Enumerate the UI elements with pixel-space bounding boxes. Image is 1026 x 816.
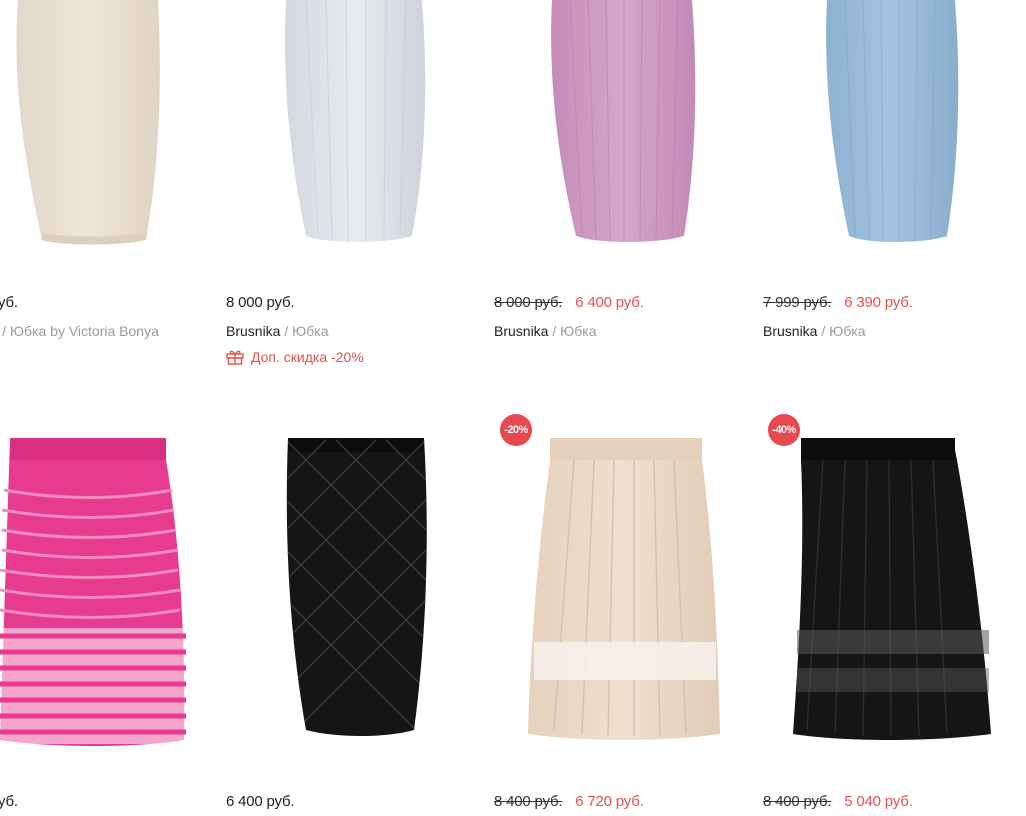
gift-icon (226, 349, 244, 365)
price-current: руб. (0, 294, 18, 311)
skirt-flared-pink-image (0, 438, 188, 746)
skirt-pencil-white-image (284, 0, 426, 243)
product-image[interactable] (0, 400, 230, 770)
price: руб. (0, 793, 18, 810)
brand-name[interactable]: Brusnika (494, 323, 548, 339)
separator: / (552, 323, 561, 339)
brand-category[interactable]: ка / Юбка by Victoria Bonya (0, 323, 159, 339)
category-name[interactable]: Юбка (560, 323, 596, 339)
discount-badge: -20% (500, 414, 532, 446)
product-image[interactable] (0, 0, 230, 270)
price: 6 400 руб. (226, 793, 295, 810)
brand-category[interactable]: Brusnika / Юбка (226, 323, 329, 339)
brand-name[interactable]: Brusnika (763, 323, 817, 339)
skirt-flared-beige-image (528, 438, 720, 740)
price: 8 000 руб. (226, 294, 295, 311)
price: руб. (0, 294, 18, 311)
category-name[interactable]: Юбка by Victoria Bonya (10, 323, 159, 339)
price-sale: 6 390 руб. (844, 294, 913, 311)
discount-badge: -40% (768, 414, 800, 446)
category-name[interactable]: Юбка (292, 323, 328, 339)
skirt-pencil-black-image (286, 438, 427, 736)
price: 7 999 руб. 6 390 руб. (763, 294, 913, 311)
price-old: 8 400 руб. (494, 793, 563, 810)
price-current: руб. (0, 793, 18, 810)
brand-category[interactable]: Brusnika / Юбка (494, 323, 597, 339)
price: 8 400 руб. 6 720 руб. (494, 793, 644, 810)
product-image[interactable] (226, 400, 466, 770)
promo-discount[interactable]: Доп. скидка -20% (226, 349, 364, 365)
skirt-pencil-pink-image (551, 0, 696, 243)
separator: / (821, 323, 830, 339)
category-name[interactable]: Юбка (829, 323, 865, 339)
product-image[interactable] (494, 400, 734, 770)
brand-category[interactable]: Brusnika / Юбка (763, 323, 866, 339)
skirt-pencil-blue-image (826, 0, 959, 243)
price-sale: 6 400 руб. (575, 294, 644, 311)
price-old: 8 000 руб. (494, 294, 563, 311)
separator: / (284, 323, 293, 339)
price-old: 7 999 руб. (763, 294, 832, 311)
price-old: 8 400 руб. (763, 793, 832, 810)
separator: / (2, 323, 10, 339)
skirt-flared-black-image (793, 438, 991, 740)
skirt-pencil-beige-image (16, 0, 160, 245)
product-image[interactable] (494, 0, 734, 270)
product-image[interactable] (763, 0, 1003, 270)
price: 8 400 руб. 5 040 руб. (763, 793, 913, 810)
product-image[interactable] (226, 0, 466, 270)
price-current: 6 400 руб. (226, 793, 295, 810)
price-current: 8 000 руб. (226, 294, 295, 311)
brand-name[interactable]: Brusnika (226, 323, 280, 339)
price-sale: 6 720 руб. (575, 793, 644, 810)
product-image[interactable] (763, 400, 1003, 770)
price-sale: 5 040 руб. (844, 793, 913, 810)
price: 8 000 руб. 6 400 руб. (494, 294, 644, 311)
promo-text: Доп. скидка -20% (251, 349, 364, 365)
